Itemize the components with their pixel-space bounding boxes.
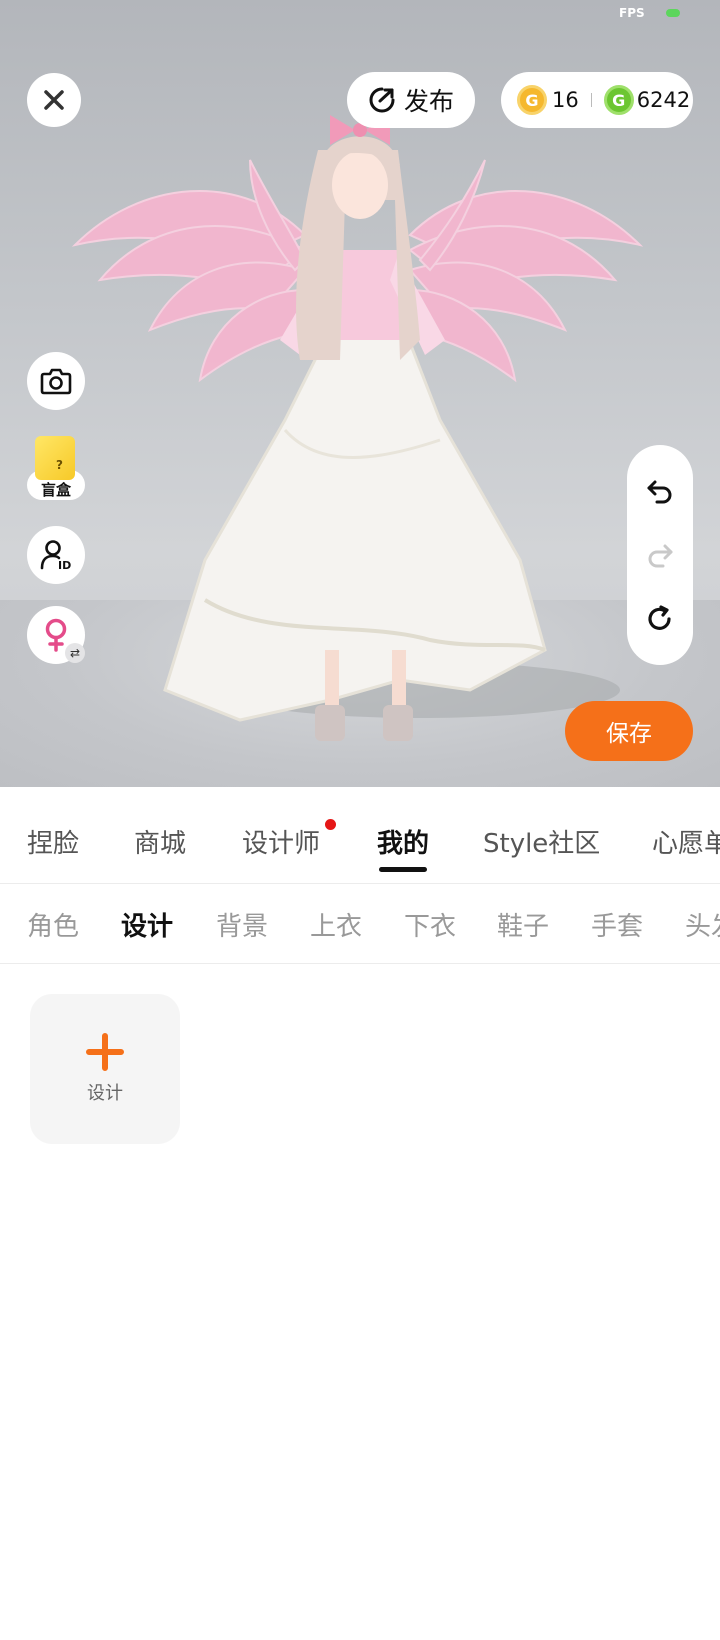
swap-icon: ⇄ (65, 643, 85, 663)
subtab-hair[interactable]: 头发 (685, 906, 720, 943)
redo-icon[interactable] (645, 540, 675, 570)
active-tab-indicator (379, 867, 427, 872)
new-design-card[interactable]: 设计 (30, 994, 180, 1144)
subtab-top[interactable]: 上衣 (310, 906, 362, 943)
svg-text:ID: ID (58, 559, 71, 572)
camera-button[interactable] (27, 352, 85, 410)
publish-button[interactable]: 发布 (347, 72, 475, 128)
id-card-button[interactable]: ID (27, 526, 85, 584)
close-icon (44, 90, 64, 110)
fps-indicator (666, 9, 680, 17)
tab-mine[interactable]: 我的 (377, 823, 429, 860)
currency-divider (590, 93, 592, 107)
undo-icon[interactable] (645, 476, 675, 506)
subtab-background[interactable]: 背景 (216, 906, 268, 943)
avatar-viewport[interactable]: FPS 发布 G 16 G 6242 ? 盲盒 ID ⇄ 保存 (0, 0, 720, 787)
designer-notification-dot (325, 819, 336, 830)
gold-coin-count: 16 (552, 88, 579, 112)
subtab-role[interactable]: 角色 (27, 906, 79, 943)
sub-tab-bar: 角色 设计 背景 上衣 下衣 鞋子 手套 头发 (0, 884, 720, 964)
save-button[interactable]: 保存 (565, 701, 693, 761)
history-panel (627, 445, 693, 665)
gold-coin-icon: G (517, 85, 547, 115)
publish-label: 发布 (403, 87, 454, 116)
new-design-label: 设计 (87, 1083, 123, 1104)
blindbox-icon: ? (35, 436, 75, 480)
blindbox-button[interactable]: ? 盲盒 (27, 436, 87, 506)
blindbox-label: 盲盒 (40, 481, 71, 499)
tab-wishlist[interactable]: 心愿单 (652, 823, 720, 860)
id-card-icon: ID (40, 540, 71, 572)
tab-shop[interactable]: 商城 (134, 823, 186, 860)
currency-panel[interactable]: G 16 G 6242 (501, 72, 693, 128)
green-coin-icon: G (603, 85, 634, 115)
tab-style-community[interactable]: Style社区 (483, 823, 600, 860)
main-tab-bar: 捏脸 商城 设计师 我的 Style社区 心愿单 (0, 787, 720, 884)
green-coin-count: 6242 (636, 88, 691, 112)
subtab-design[interactable]: 设计 (121, 906, 173, 943)
subtab-gloves[interactable]: 手套 (591, 906, 643, 943)
reset-icon[interactable] (645, 604, 675, 634)
tab-face[interactable]: 捏脸 (27, 823, 79, 860)
subtab-shoes[interactable]: 鞋子 (497, 906, 549, 943)
plus-icon (86, 1033, 124, 1071)
close-button[interactable] (27, 73, 81, 127)
camera-icon (40, 368, 72, 395)
publish-icon (369, 87, 395, 113)
subtab-bottom[interactable]: 下衣 (404, 906, 456, 943)
fps-label: FPS (619, 6, 645, 20)
tab-designer[interactable]: 设计师 (242, 823, 320, 860)
